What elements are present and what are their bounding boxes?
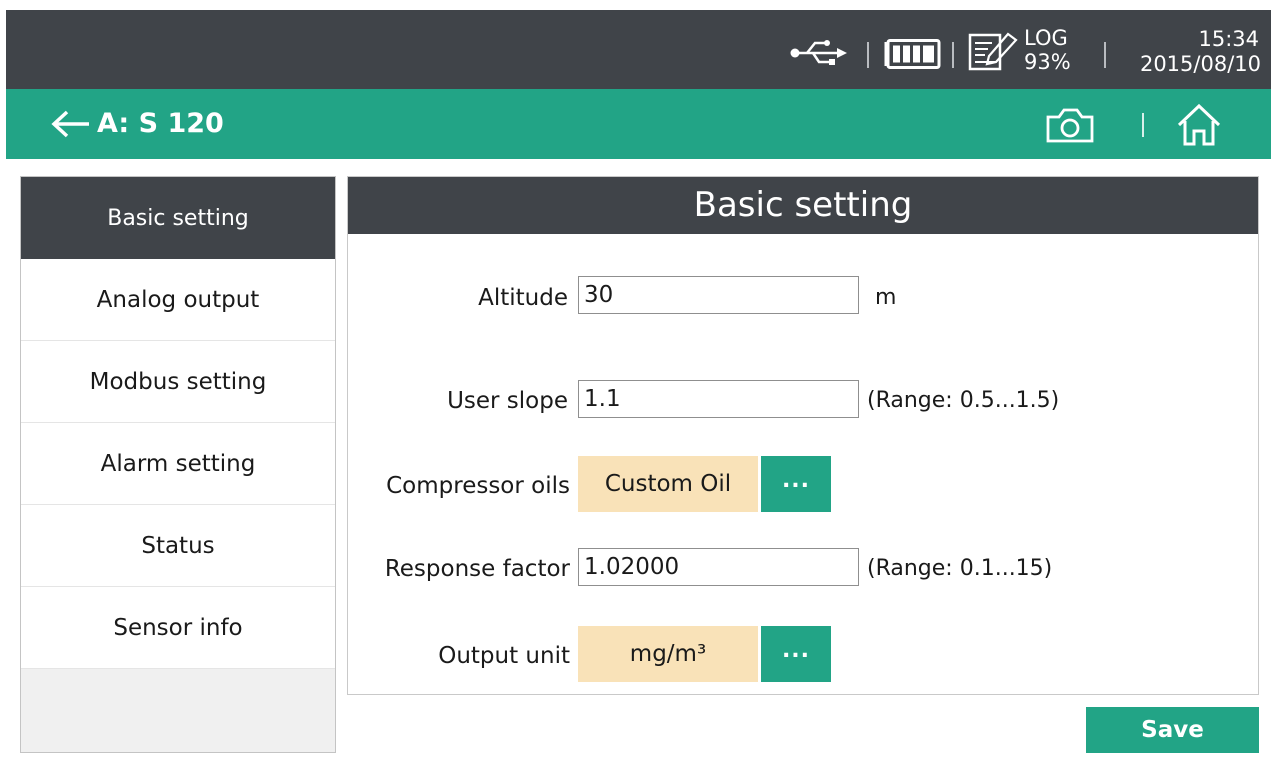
altitude-unit: m [875,285,897,310]
response-factor-range: (Range: 0.1...15) [867,556,1053,581]
sidebar-item-label: Modbus setting [89,368,267,395]
user-slope-range: (Range: 0.5...1.5) [867,388,1060,413]
camera-icon[interactable] [1044,105,1096,145]
status-bar: LOG 93% 15:34 2015/08/10 [6,10,1271,89]
sidebar: Basic setting Analog output Modbus setti… [20,176,336,753]
sidebar-item-label: Alarm setting [100,450,256,477]
altitude-label: Altitude [478,285,568,311]
sidebar-item-status[interactable]: Status [21,505,335,587]
compressor-oils-value[interactable]: Custom Oil [578,456,758,512]
log-edit-icon [968,32,1018,71]
compressor-oils-label: Compressor oils [386,473,570,499]
home-icon[interactable] [1176,103,1222,147]
sidebar-item-analog-output[interactable]: Analog output [21,259,335,341]
user-slope-label: User slope [447,388,568,414]
response-factor-input[interactable] [578,548,859,586]
usb-icon [790,40,847,65]
compressor-oils-more-button[interactable]: ... [761,456,831,512]
response-factor-label: Response factor [384,556,570,582]
status-time: 15:34 [1198,27,1259,51]
sidebar-item-label: Analog output [96,286,260,313]
status-date: 2015/08/10 [1139,52,1261,76]
output-unit-value[interactable]: mg/m³ [578,626,758,682]
panel-title: Basic setting [348,177,1258,234]
log-percent: 93% [1024,50,1071,74]
output-unit-more-button[interactable]: ... [761,626,831,682]
basic-setting-panel: Basic setting Altitude m User slope (Ran… [347,176,1259,695]
battery-icon [884,39,941,69]
sidebar-item-label: Basic setting [107,205,249,231]
sidebar-item-sensor-info[interactable]: Sensor info [21,587,335,669]
title-bar: A: S 120 [6,89,1271,159]
device-name: A: S 120 [97,108,224,139]
title-separator [1142,113,1144,137]
user-slope-input[interactable] [578,380,859,418]
status-separator [952,42,954,68]
sidebar-item-label: Sensor info [113,614,243,641]
status-separator [867,42,869,68]
save-button[interactable]: Save [1086,707,1259,753]
log-label: LOG [1024,26,1068,50]
arrow-left-icon[interactable] [49,109,93,139]
output-unit-label: Output unit [438,643,570,669]
sidebar-item-basic-setting[interactable]: Basic setting [21,177,335,259]
altitude-input[interactable] [578,276,859,314]
sidebar-item-alarm-setting[interactable]: Alarm setting [21,423,335,505]
sidebar-item-label: Status [141,532,215,559]
sidebar-item-modbus-setting[interactable]: Modbus setting [21,341,335,423]
